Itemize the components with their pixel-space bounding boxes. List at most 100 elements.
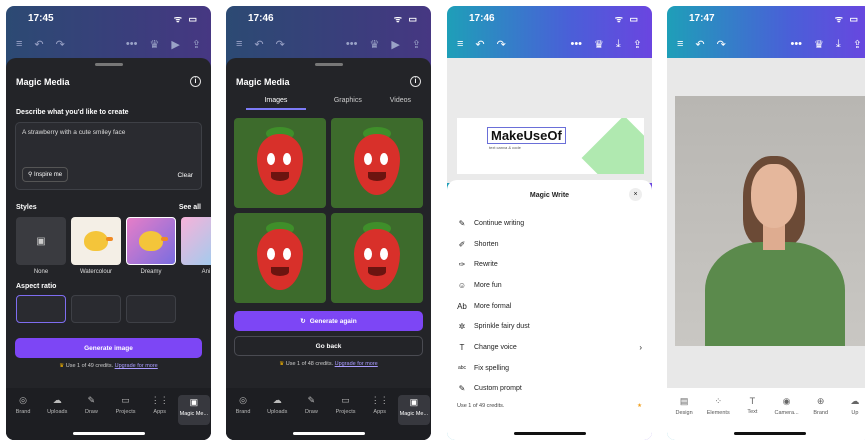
more-icon[interactable]: ••• xyxy=(126,38,138,50)
upgrade-link[interactable]: Upgrade for more xyxy=(335,361,378,367)
crown-icon[interactable]: ♛ xyxy=(149,38,159,51)
style-anime[interactable]: Ani xyxy=(181,217,211,275)
crown-icon[interactable]: ♛ xyxy=(594,38,604,51)
more-icon[interactable]: ••• xyxy=(570,38,582,50)
screen-photo-editor: 17:47 ᯤ ▭ ≡ ↶ ↷ ••• ♛ ⤓ ⇪ ▤ Design ⁘ Eleme… xyxy=(667,6,865,440)
clear-button[interactable]: Clear xyxy=(177,172,193,179)
status-time: 17:46 xyxy=(248,12,274,24)
redo-icon[interactable]: ↷ xyxy=(56,38,65,51)
tab-brand[interactable]: ◎ Brand xyxy=(7,395,39,440)
generate-again-button[interactable]: ↻ Generate again xyxy=(234,311,423,331)
tab-uploads[interactable]: ☁ Uploads xyxy=(41,395,73,440)
play-icon[interactable]: ▶ xyxy=(171,38,179,51)
generated-image[interactable] xyxy=(234,118,326,208)
redo-icon[interactable]: ↷ xyxy=(276,38,285,51)
option-change-voice[interactable]: T Change voice › xyxy=(457,337,642,358)
shorten-icon: ✐ xyxy=(458,239,466,249)
menu-icon[interactable]: ≡ xyxy=(677,38,683,50)
go-back-button[interactable]: Go back xyxy=(234,336,423,356)
undo-icon[interactable]: ↶ xyxy=(475,38,484,51)
design-title-text[interactable]: MakeUseOf xyxy=(487,127,566,144)
generated-image[interactable] xyxy=(234,213,326,303)
menu-icon[interactable]: ≡ xyxy=(16,38,22,50)
undo-icon[interactable]: ↶ xyxy=(695,38,704,51)
style-watercolour[interactable]: Watercolour xyxy=(71,217,121,275)
tab-apps[interactable]: ⋮⋮ Apps xyxy=(364,395,396,440)
undo-icon[interactable]: ↶ xyxy=(34,38,43,51)
tab-brand[interactable]: ◎ Brand xyxy=(227,395,259,440)
tab-graphics[interactable]: Graphics xyxy=(334,97,362,110)
aspect-landscape[interactable] xyxy=(71,295,121,323)
menu-icon[interactable]: ≡ xyxy=(457,38,463,50)
option-shorten[interactable]: ✐ Shorten xyxy=(457,234,642,255)
magic-media-icon: ▣ xyxy=(409,397,419,407)
option-more-fun[interactable]: ☺ More fun xyxy=(457,275,642,296)
more-icon[interactable]: ••• xyxy=(346,38,358,50)
design-subtitle-text[interactable]: text canva & code xyxy=(489,145,521,150)
screen-magic-media-prompt: 17:45 ᯤ ▭ ≡ ↶ ↷ ••• ♛ ▶ ⇪ Magic Media i … xyxy=(6,6,211,440)
tab-uploads[interactable]: ☁ Uploads xyxy=(261,395,293,440)
inspire-me-button[interactable]: ⚲ Inspire me xyxy=(22,167,69,182)
option-rewrite[interactable]: ✑ Rewrite xyxy=(457,254,642,275)
tab-videos[interactable]: Videos xyxy=(390,97,411,110)
sheet-title: Magic Write xyxy=(529,192,570,199)
tab-uploads[interactable]: ☁ Up xyxy=(839,396,865,440)
draw-icon: ✎ xyxy=(87,395,96,405)
tab-magic-media[interactable]: ▣ Magic Me... xyxy=(397,395,430,425)
portrait-photo[interactable] xyxy=(675,96,865,346)
redo-icon[interactable]: ↷ xyxy=(717,38,726,51)
info-icon[interactable]: i xyxy=(190,76,201,87)
star-icon: ★ xyxy=(637,403,642,410)
share-icon[interactable]: ⇪ xyxy=(633,38,642,51)
design-page[interactable]: MakeUseOf text canva & code xyxy=(457,118,644,174)
prompt-text: A strawberry with a cute smiley face xyxy=(22,129,126,136)
style-dreamy[interactable]: Dreamy xyxy=(126,217,176,275)
option-continue-writing[interactable]: ✎ Continue writing xyxy=(457,213,642,234)
download-icon[interactable]: ⤓ xyxy=(836,38,841,51)
info-icon[interactable]: i xyxy=(410,76,421,87)
aspect-square[interactable] xyxy=(16,295,66,323)
credits-info: ♛ Use 1 of 49 credits. Upgrade for more xyxy=(59,363,158,369)
see-all-link[interactable]: See all xyxy=(179,204,201,211)
design-icon: ▤ xyxy=(679,396,689,406)
option-fix-spelling[interactable]: abc Fix spelling xyxy=(457,358,642,379)
tab-design[interactable]: ▤ Design xyxy=(668,396,700,440)
aspect-portrait[interactable] xyxy=(126,295,176,323)
close-icon[interactable]: × xyxy=(629,188,642,201)
share-icon[interactable]: ⇪ xyxy=(412,38,421,51)
share-icon[interactable]: ⇪ xyxy=(853,38,862,51)
menu-icon[interactable]: ≡ xyxy=(236,38,242,50)
share-icon[interactable]: ⇪ xyxy=(192,38,201,51)
rewrite-icon: ✑ xyxy=(458,260,466,270)
more-icon[interactable]: ••• xyxy=(790,38,802,50)
spellcheck-icon: abc xyxy=(457,365,467,372)
aspect-ratio-options xyxy=(6,290,211,323)
editor-toolbar: ≡ ↶ ↷ ••• ♛ ▶ ⇪ xyxy=(6,30,211,58)
generate-image-button[interactable]: Generate image xyxy=(15,338,202,358)
status-time: 17:47 xyxy=(689,12,715,24)
tab-elements[interactable]: ⁘ Elements xyxy=(702,396,734,440)
media-type-tabs: Images Graphics Videos xyxy=(226,87,431,110)
tab-magic-media[interactable]: ▣ Magic Me... xyxy=(177,395,210,425)
tab-images[interactable]: Images xyxy=(245,97,306,110)
option-custom-prompt[interactable]: ✎ Custom prompt xyxy=(457,379,642,400)
option-sprinkle-fairy-dust[interactable]: ✲ Sprinkle fairy dust xyxy=(457,316,642,337)
generated-image[interactable] xyxy=(331,213,423,303)
smiley-icon: ☺ xyxy=(457,280,467,290)
style-list: ▣ None Watercolour Dreamy Ani xyxy=(6,211,211,275)
download-icon[interactable]: ⤓ xyxy=(616,38,621,51)
play-icon[interactable]: ▶ xyxy=(391,38,399,51)
crown-icon[interactable]: ♛ xyxy=(369,38,379,51)
generated-image[interactable] xyxy=(331,118,423,208)
undo-icon[interactable]: ↶ xyxy=(254,38,263,51)
option-more-formal[interactable]: Ab More formal xyxy=(457,296,642,317)
tab-apps[interactable]: ⋮⋮ Apps xyxy=(144,395,176,440)
tab-brand[interactable]: ⊕ Brand xyxy=(805,396,837,440)
status-icons: ᯤ ▭ xyxy=(614,13,640,24)
prompt-input[interactable]: A strawberry with a cute smiley face ⚲ I… xyxy=(15,122,202,190)
crown-icon[interactable]: ♛ xyxy=(814,38,824,51)
style-none[interactable]: ▣ None xyxy=(16,217,66,275)
redo-icon[interactable]: ↷ xyxy=(497,38,506,51)
credits-info: ♛ Use 1 of 48 credits. Upgrade for more xyxy=(279,361,378,367)
upgrade-link[interactable]: Upgrade for more xyxy=(115,363,158,369)
